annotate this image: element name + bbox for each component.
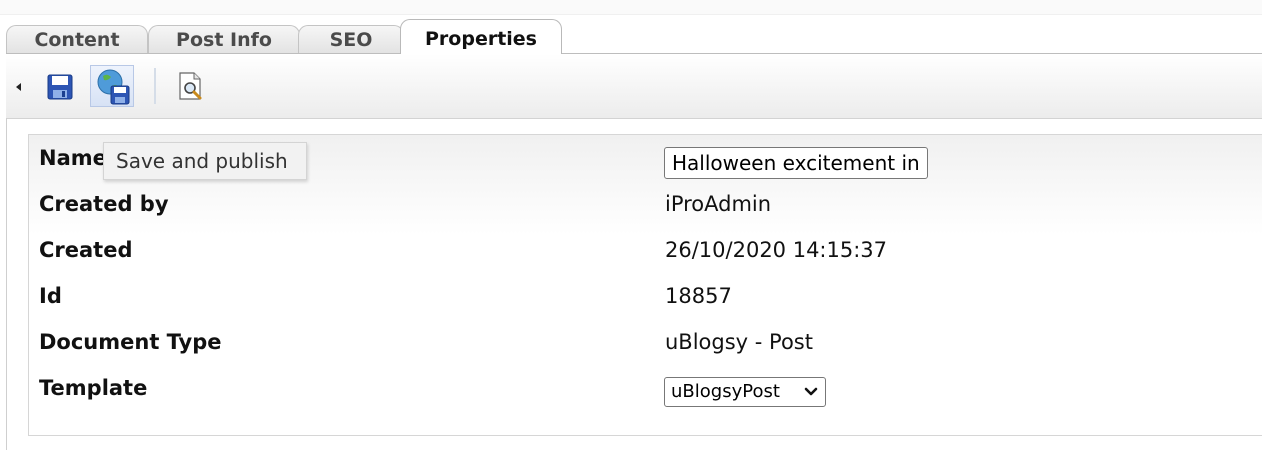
tab-content[interactable]: Content xyxy=(6,25,148,53)
save-and-publish-icon xyxy=(97,69,130,105)
name-label: Name xyxy=(39,146,107,170)
id-label: Id xyxy=(39,284,62,308)
template-selected-value: uBlogsyPost xyxy=(671,381,780,402)
save-button[interactable] xyxy=(40,66,80,106)
left-border xyxy=(6,118,7,450)
tab-seo[interactable]: SEO xyxy=(298,25,404,53)
preview-icon xyxy=(179,72,202,100)
created-label: Created xyxy=(39,238,133,262)
tab-properties[interactable]: Properties xyxy=(400,19,562,54)
created-by-value: iProAdmin xyxy=(665,192,772,216)
toolbar-separator xyxy=(154,68,156,104)
created-value: 26/10/2020 14:15:37 xyxy=(665,238,888,262)
tooltip: Save and publish xyxy=(103,142,307,180)
template-label: Template xyxy=(39,376,148,400)
toolbar xyxy=(6,54,1262,119)
name-input[interactable]: Halloween excitement in xyxy=(664,147,928,179)
chevron-down-icon xyxy=(804,387,818,396)
template-select[interactable]: uBlogsyPost xyxy=(664,377,826,407)
save-icon xyxy=(47,74,73,100)
document-type-value: uBlogsy - Post xyxy=(665,330,813,354)
tab-bar: Content Post Info SEO Properties xyxy=(6,19,1262,54)
save-and-publish-button[interactable] xyxy=(90,65,134,107)
id-value: 18857 xyxy=(665,284,732,308)
created-by-label: Created by xyxy=(39,192,169,216)
top-band xyxy=(0,0,1262,15)
tab-post-info[interactable]: Post Info xyxy=(148,25,300,53)
document-type-label: Document Type xyxy=(39,330,222,354)
collapse-arrow-icon[interactable] xyxy=(16,83,21,91)
preview-button[interactable] xyxy=(170,66,210,106)
